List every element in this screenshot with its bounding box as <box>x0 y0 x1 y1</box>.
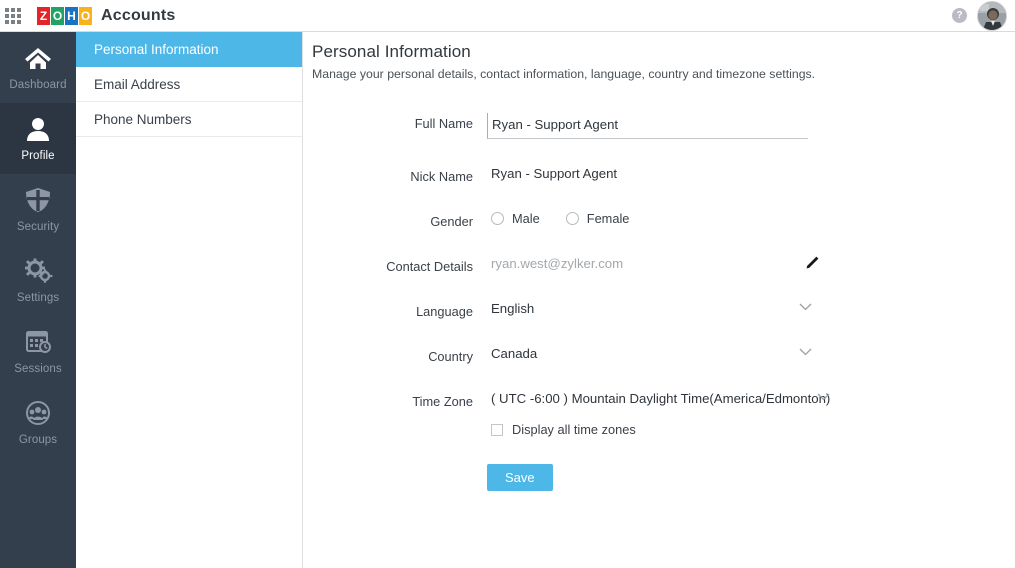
personal-information-form: Full Name Nick Name Ryan - Support Agent… <box>312 113 1015 491</box>
help-question-icon[interactable]: ? <box>952 8 967 23</box>
language-label: Language <box>416 304 473 319</box>
form-row-contact-details: Contact Details ryan.west@zylker.com <box>312 256 1015 274</box>
primary-sidebar: Dashboard Profile Security Settings Sess… <box>0 32 76 568</box>
sidebar-item-label: Settings <box>16 291 60 304</box>
chevron-down-icon[interactable] <box>817 393 830 401</box>
subnav-item-personal-information[interactable]: Personal Information <box>76 32 302 67</box>
calendar-clock-icon <box>23 329 53 359</box>
main-content: Personal Information Manage your persona… <box>303 32 1015 568</box>
home-icon <box>23 45 53 75</box>
sidebar-item-sessions[interactable]: Sessions <box>0 316 76 387</box>
form-row-gender: Gender Male Female <box>312 211 1015 229</box>
zoho-logo-letter-o1: O <box>51 6 64 25</box>
time-zone-value: ( UTC -6:00 ) Mountain Daylight Time(Ame… <box>491 391 831 406</box>
sidebar-item-label: Profile <box>21 149 55 162</box>
zoho-logo-letter-o2: O <box>79 6 92 25</box>
gender-option-female[interactable]: Female <box>565 211 630 226</box>
grid-apps-icon[interactable] <box>5 7 21 24</box>
gears-icon <box>23 258 53 288</box>
form-row-nick-name: Nick Name Ryan - Support Agent <box>312 166 1015 184</box>
nick-name-value[interactable]: Ryan - Support Agent <box>487 166 812 181</box>
gender-field-wrap: Male Female <box>487 211 812 226</box>
country-select[interactable]: Canada <box>487 346 812 361</box>
subnav-item-phone-numbers[interactable]: Phone Numbers <box>76 102 302 137</box>
app-name: Accounts <box>101 6 176 24</box>
gender-label: Gender <box>430 214 473 229</box>
save-button[interactable]: Save <box>487 464 553 491</box>
nick-name-label: Nick Name <box>410 169 473 184</box>
language-value: English <box>491 301 535 316</box>
sidebar-item-label: Groups <box>18 433 58 446</box>
country-field-wrap: Canada <box>487 346 812 361</box>
pencil-edit-icon[interactable] <box>804 255 820 271</box>
form-row-full-name: Full Name <box>312 113 1015 139</box>
sidebar-item-groups[interactable]: Groups <box>0 387 76 458</box>
sidebar-item-label: Sessions <box>14 362 62 375</box>
time-zone-field-wrap: ( UTC -6:00 ) Mountain Daylight Time(Ame… <box>487 391 831 437</box>
secondary-sidebar: Personal Information Email Address Phone… <box>76 32 303 568</box>
form-actions: Save <box>312 464 1015 491</box>
avatar[interactable] <box>977 0 1007 31</box>
contact-details-label: Contact Details <box>386 259 473 274</box>
language-field-wrap: English <box>487 301 812 316</box>
gender-option-male[interactable]: Male <box>491 211 540 226</box>
sidebar-item-profile[interactable]: Profile <box>0 103 76 174</box>
person-icon <box>23 116 53 146</box>
app-header: Z O H O Accounts ? <box>0 0 1015 32</box>
zoho-logo-letter-z: Z <box>37 6 50 25</box>
page-subtitle: Manage your personal details, contact in… <box>312 67 816 81</box>
country-label: Country <box>428 349 473 364</box>
zoho-logo: Z O H O <box>37 6 93 25</box>
nick-name-field-wrap: Ryan - Support Agent <box>487 166 812 181</box>
time-zone-label: Time Zone <box>412 394 473 409</box>
sidebar-item-security[interactable]: Security <box>0 174 76 245</box>
time-zone-select[interactable]: ( UTC -6:00 ) Mountain Daylight Time(Ame… <box>487 391 831 406</box>
zoho-logo-letter-h: H <box>65 6 78 25</box>
sidebar-item-settings[interactable]: Settings <box>0 245 76 316</box>
form-row-time-zone: Time Zone ( UTC -6:00 ) Mountain Dayligh… <box>312 391 1015 437</box>
language-select[interactable]: English <box>487 301 812 316</box>
sidebar-item-label: Dashboard <box>9 78 67 91</box>
checkbox-icon <box>491 423 503 436</box>
people-circle-icon <box>23 400 53 430</box>
contact-details-field-wrap: ryan.west@zylker.com <box>487 256 819 271</box>
sidebar-item-label: Security <box>16 220 60 233</box>
form-row-language: Language English <box>312 301 1015 319</box>
shield-icon <box>23 187 53 217</box>
chevron-down-icon[interactable] <box>799 348 812 356</box>
display-all-time-zones-label: Display all time zones <box>512 422 636 437</box>
gender-option-label: Male <box>512 211 540 226</box>
country-value: Canada <box>491 346 538 361</box>
gender-option-label: Female <box>586 211 630 226</box>
display-all-time-zones-checkbox[interactable]: Display all time zones <box>487 422 812 437</box>
radio-icon <box>565 212 579 225</box>
full-name-label: Full Name <box>414 116 473 131</box>
full-name-field-wrap <box>487 113 812 139</box>
full-name-input[interactable] <box>487 113 808 139</box>
chevron-down-icon[interactable] <box>799 303 812 311</box>
page-title: Personal Information <box>312 42 471 61</box>
brand[interactable]: Z O H O Accounts <box>37 6 176 25</box>
sidebar-item-dashboard[interactable]: Dashboard <box>0 32 76 103</box>
header-actions: ? <box>952 0 1015 31</box>
radio-icon <box>491 212 504 225</box>
subnav-item-email-address[interactable]: Email Address <box>76 67 302 102</box>
form-row-country: Country Canada <box>312 346 1015 364</box>
contact-details-value: ryan.west@zylker.com <box>491 256 624 271</box>
